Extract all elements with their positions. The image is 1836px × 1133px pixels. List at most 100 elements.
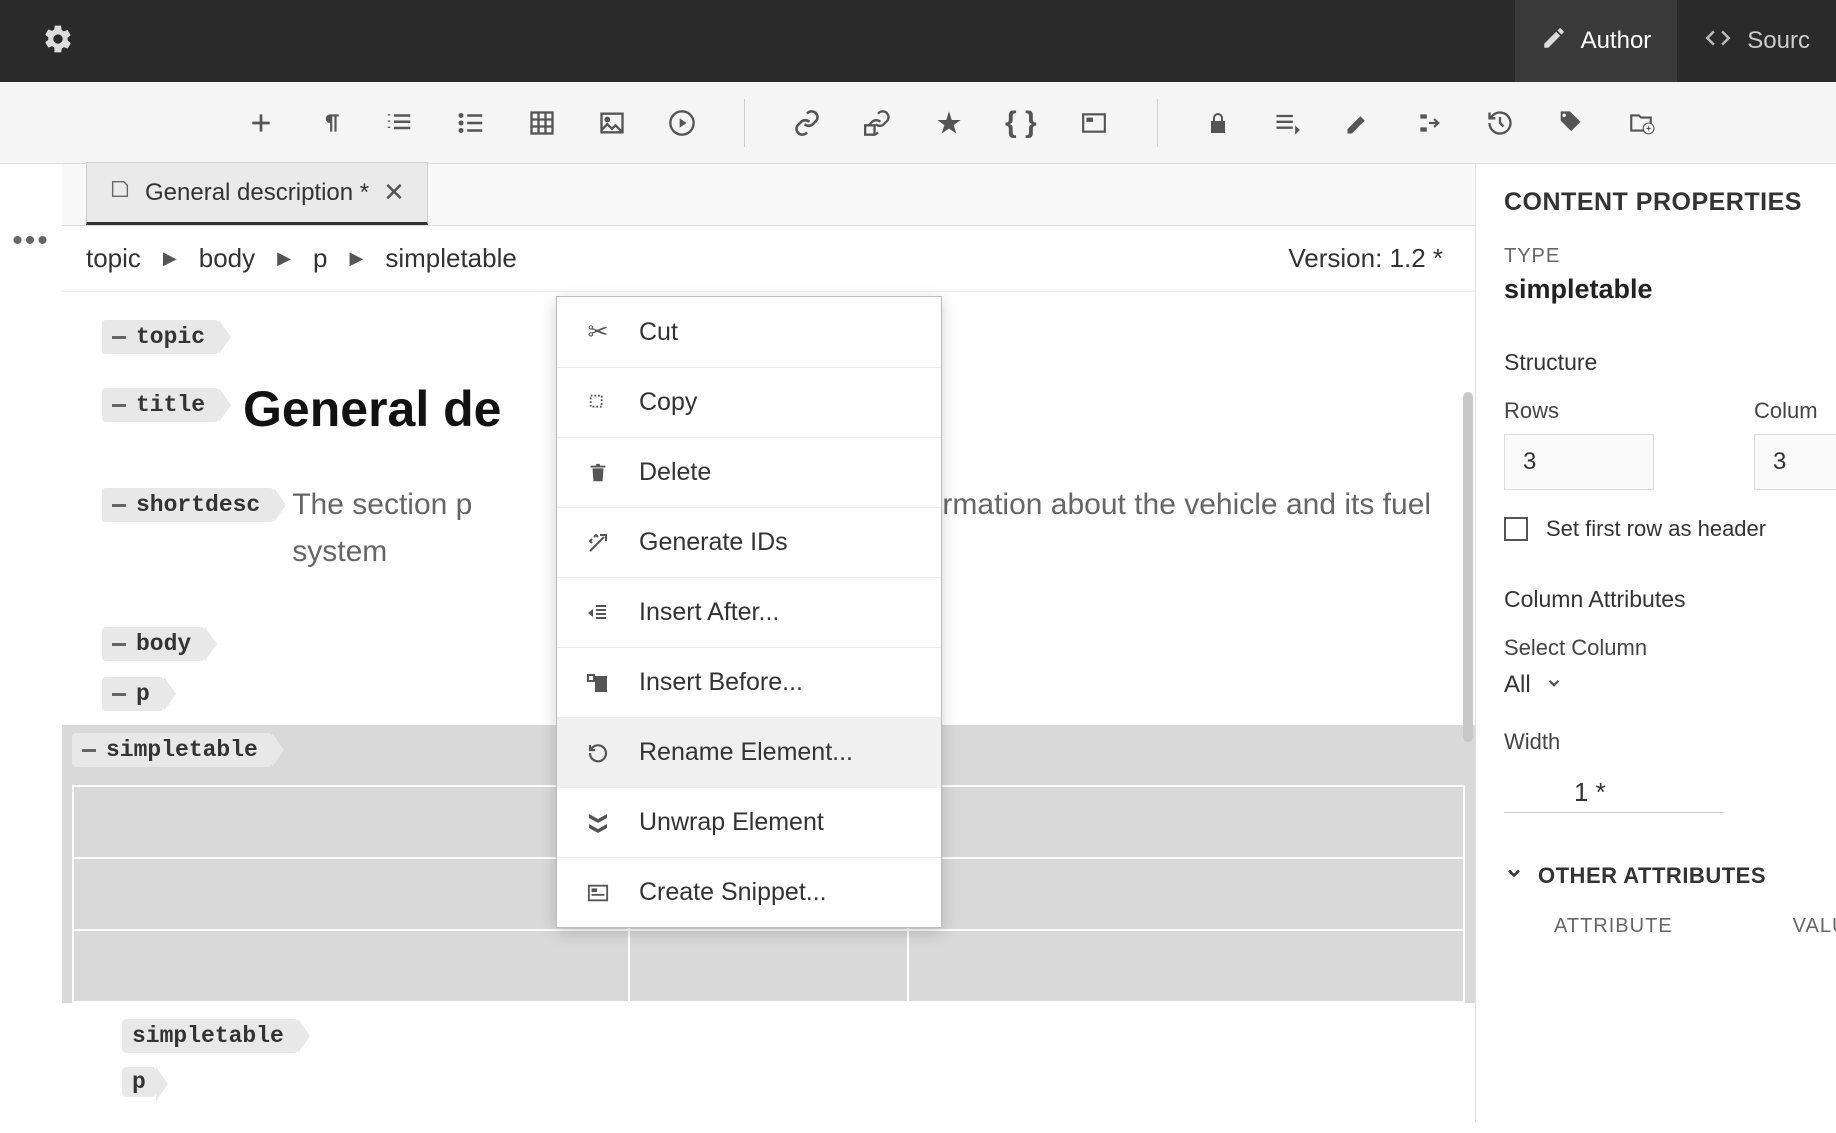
type-label: TYPE xyxy=(1504,245,1836,268)
more-icon[interactable]: ••• xyxy=(12,224,50,258)
special-char-icon[interactable] xyxy=(935,109,963,137)
source-mode-label: Sourc xyxy=(1747,27,1810,55)
tab-strip: General description * ✕ xyxy=(62,164,1475,226)
snippet-icon xyxy=(583,882,613,904)
validate-icon[interactable] xyxy=(1272,109,1302,137)
breadcrumb-item[interactable]: body xyxy=(199,243,255,274)
play-icon[interactable] xyxy=(668,109,696,137)
braces-icon[interactable]: { } xyxy=(1005,106,1037,140)
table-cell[interactable] xyxy=(908,930,1464,1002)
merge-icon[interactable] xyxy=(1414,110,1444,136)
content-properties-panel: CONTENT PROPERTIES TYPE simpletable Stru… xyxy=(1476,164,1836,1122)
tag-p[interactable]: p xyxy=(102,677,164,711)
other-attributes-toggle[interactable]: OTHER ATTRIBUTES xyxy=(1504,863,1836,889)
author-mode-label: Author xyxy=(1581,27,1652,55)
doc-icon xyxy=(109,178,131,207)
tag-body[interactable]: body xyxy=(102,627,205,661)
insert-after-icon xyxy=(583,601,613,625)
attribute-col-header: ATTRIBUTE xyxy=(1554,915,1673,938)
table-cell[interactable] xyxy=(73,930,629,1002)
edit-icon[interactable] xyxy=(1344,109,1372,137)
toolbar-separator xyxy=(744,99,745,147)
delete-icon xyxy=(583,461,613,485)
chevron-down-icon xyxy=(1545,671,1563,699)
width-input[interactable]: 1 * xyxy=(1504,765,1724,813)
unordered-list-icon[interactable] xyxy=(456,108,486,138)
code-icon xyxy=(1703,23,1733,60)
document-tab[interactable]: General description * ✕ xyxy=(86,162,428,225)
chevron-right-icon: ▶ xyxy=(349,248,363,269)
formatting-toolbar: { } xyxy=(0,82,1836,164)
columns-label: Colum xyxy=(1754,398,1836,424)
content-ref-icon[interactable] xyxy=(863,109,893,137)
context-menu: ✂Cut Copy Delete Generate IDs Insert Aft… xyxy=(556,296,942,928)
pilcrow-icon[interactable] xyxy=(316,108,342,138)
value-col-header: VALU xyxy=(1793,915,1836,938)
select-column-label: Select Column xyxy=(1504,635,1836,661)
unwrap-icon xyxy=(583,811,613,835)
ctx-unwrap-element[interactable]: Unwrap Element xyxy=(557,788,941,858)
table-cell[interactable] xyxy=(73,786,629,858)
version-label: Version: 1.2 * xyxy=(1288,243,1443,274)
pencil-icon xyxy=(1541,25,1567,58)
toolbar-separator xyxy=(1157,99,1158,147)
close-icon[interactable]: ✕ xyxy=(383,177,405,208)
structure-heading: Structure xyxy=(1504,349,1836,376)
tag-p[interactable]: p xyxy=(122,1067,156,1097)
breadcrumb-row: topic ▶ body ▶ p ▶ simpletable Version: … xyxy=(62,226,1475,292)
image-icon[interactable] xyxy=(598,109,626,137)
tag-topic[interactable]: topic xyxy=(102,320,219,354)
table-cell[interactable] xyxy=(908,858,1464,930)
tab-title: General description * xyxy=(145,179,369,207)
table-cell[interactable] xyxy=(73,858,629,930)
insert-before-icon xyxy=(583,671,613,695)
ctx-insert-before[interactable]: Insert Before... xyxy=(557,648,941,718)
header-row-checkbox[interactable] xyxy=(1504,517,1528,541)
gear-icon[interactable] xyxy=(42,23,74,60)
ctx-create-snippet[interactable]: Create Snippet... xyxy=(557,858,941,927)
link-icon[interactable] xyxy=(793,109,821,137)
ctx-generate-ids[interactable]: Generate IDs xyxy=(557,508,941,578)
source-mode-button[interactable]: Sourc xyxy=(1677,0,1836,82)
table-cell[interactable] xyxy=(629,930,907,1002)
rows-label: Rows xyxy=(1504,398,1654,424)
ctx-cut[interactable]: ✂Cut xyxy=(557,297,941,368)
history-icon[interactable] xyxy=(1486,109,1514,137)
breadcrumb: topic ▶ body ▶ p ▶ simpletable xyxy=(86,243,517,274)
ordered-list-icon[interactable] xyxy=(384,108,414,138)
snippet-icon[interactable] xyxy=(1079,110,1109,136)
width-label: Width xyxy=(1504,729,1836,755)
panel-title: CONTENT PROPERTIES xyxy=(1504,188,1836,217)
column-attrs-heading: Column Attributes xyxy=(1504,586,1836,613)
tag-simpletable[interactable]: simpletable xyxy=(122,1019,298,1053)
breadcrumb-item[interactable]: simpletable xyxy=(385,243,517,274)
lock-icon[interactable] xyxy=(1206,109,1230,137)
table-icon[interactable] xyxy=(528,109,556,137)
author-mode-button[interactable]: Author xyxy=(1515,0,1678,82)
breadcrumb-item[interactable]: topic xyxy=(86,243,141,274)
breadcrumb-item[interactable]: p xyxy=(313,243,327,274)
ctx-delete[interactable]: Delete xyxy=(557,438,941,508)
tag-simpletable[interactable]: simpletable xyxy=(72,733,272,767)
ctx-rename-element[interactable]: Rename Element... xyxy=(557,718,941,788)
chevron-right-icon: ▶ xyxy=(277,248,291,269)
folder-add-icon[interactable] xyxy=(1626,110,1656,136)
generate-ids-icon xyxy=(583,531,613,555)
select-column-dropdown[interactable]: All xyxy=(1504,671,1836,699)
table-cell[interactable] xyxy=(908,786,1464,858)
ctx-copy[interactable]: Copy xyxy=(557,368,941,438)
document-title[interactable]: General de xyxy=(243,380,501,438)
tag-shortdesc[interactable]: shortdesc xyxy=(102,488,274,522)
tag-title[interactable]: title xyxy=(102,388,219,422)
ctx-insert-after[interactable]: Insert After... xyxy=(557,578,941,648)
header-row-checkbox-label: Set first row as header xyxy=(1546,516,1766,542)
top-bar: Author Sourc xyxy=(0,0,1836,82)
rows-input[interactable] xyxy=(1504,434,1654,490)
tag-icon[interactable] xyxy=(1556,109,1584,137)
scrollbar-thumb[interactable] xyxy=(1463,392,1473,742)
plus-icon[interactable] xyxy=(248,110,274,136)
columns-input[interactable] xyxy=(1754,434,1836,490)
rename-icon xyxy=(583,741,613,765)
chevron-right-icon: ▶ xyxy=(163,248,177,269)
chevron-down-icon xyxy=(1504,863,1524,889)
